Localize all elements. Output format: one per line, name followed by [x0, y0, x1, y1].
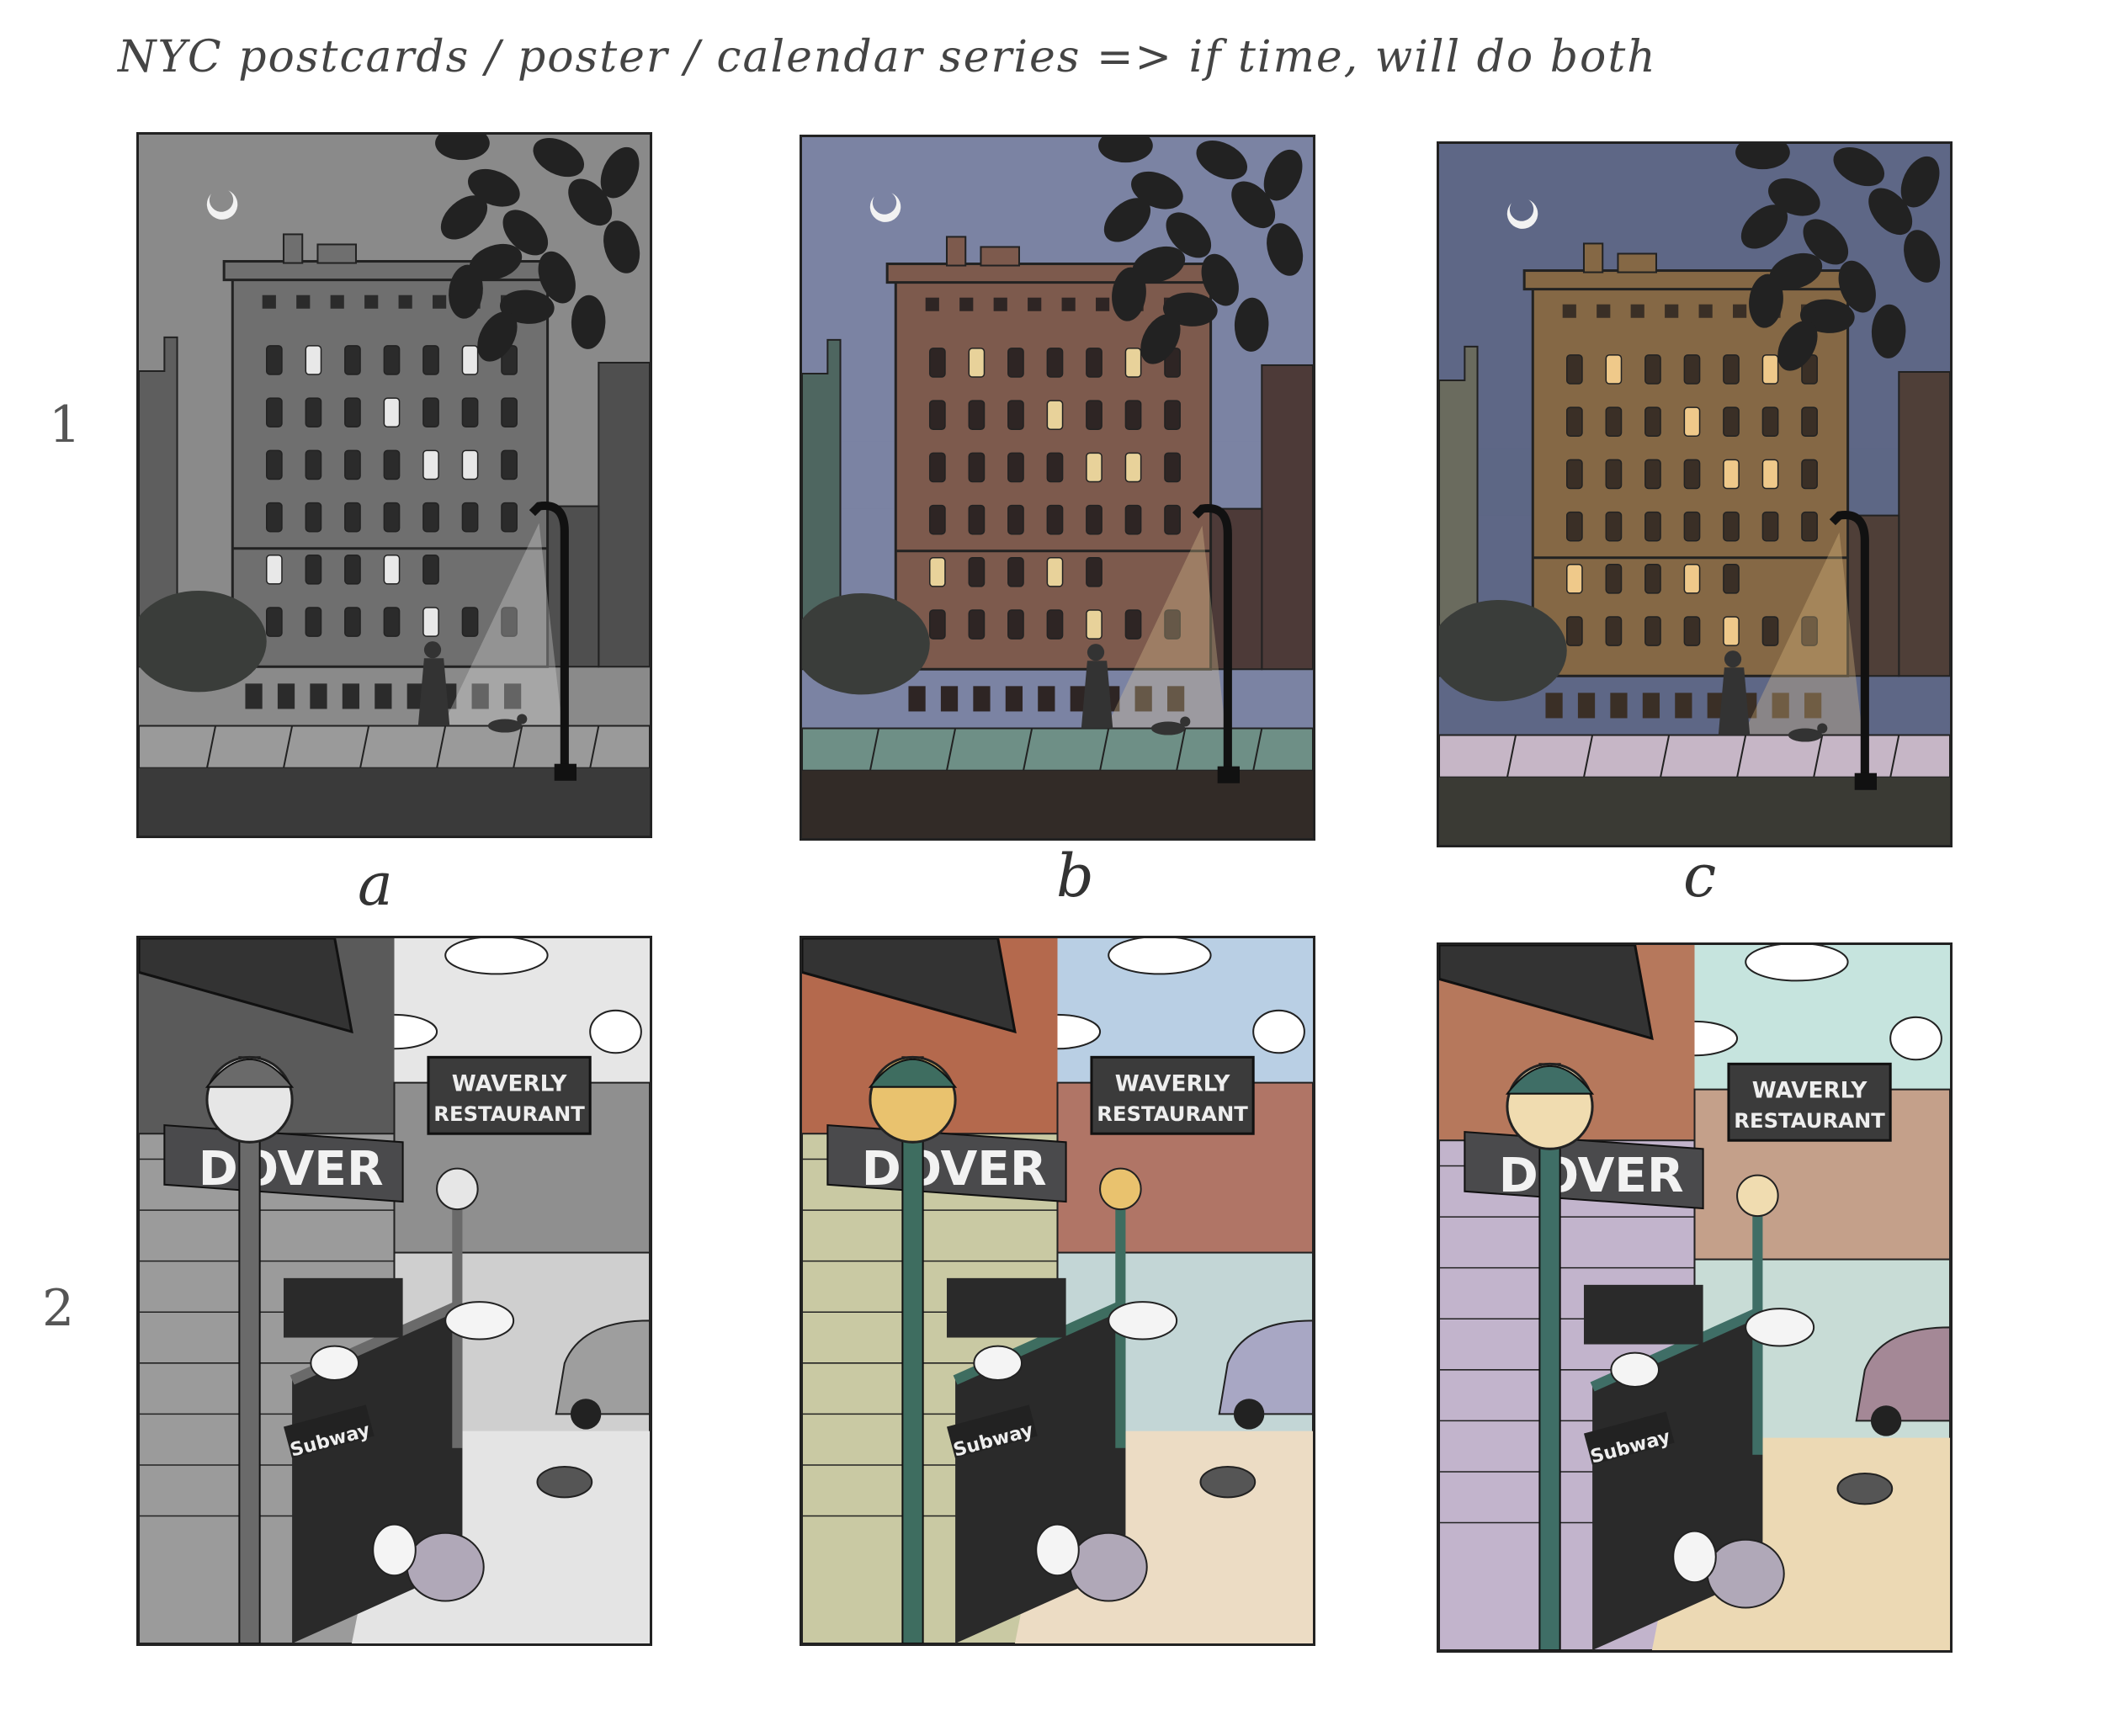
- restaurant-sign-line2: RESTAURANT: [1734, 1108, 1885, 1133]
- waverly-restaurant-sign: WAVERLY RESTAURANT: [427, 1055, 592, 1135]
- restaurant-sign-line1: WAVERLY: [1752, 1079, 1868, 1104]
- street-sign-text: DOVER: [862, 1141, 1047, 1197]
- right-building: [1261, 364, 1313, 671]
- column-label-b: b: [1056, 841, 1094, 910]
- street-sign-text: DOVER: [1499, 1148, 1684, 1203]
- lamp-pole: [901, 1056, 924, 1643]
- right-building: [598, 361, 650, 668]
- row-label-2: 2: [42, 1279, 75, 1338]
- street-sign-text: DOVER: [199, 1141, 384, 1197]
- thumbnail-2c[interactable]: WAVERLY RESTAURANT Subway DOVER: [1437, 942, 1953, 1653]
- waverly-restaurant-sign: WAVERLY RESTAURANT: [1090, 1055, 1255, 1135]
- thumbnail-1c[interactable]: [1437, 141, 1953, 847]
- thumbnail-1b[interactable]: [800, 135, 1315, 841]
- thumbnail-2b[interactable]: WAVERLY RESTAURANT Subway DOVER: [800, 936, 1315, 1646]
- column-label-a: a: [358, 850, 393, 919]
- lamp-pole: [1538, 1063, 1561, 1650]
- sheet-title: NYC postcards / poster / calendar series…: [118, 32, 1657, 82]
- restaurant-sign-line1: WAVERLY: [452, 1072, 568, 1097]
- restaurant-sign-line2: RESTAURANT: [1097, 1102, 1248, 1126]
- right-building: [1898, 370, 1950, 677]
- sidewalk: [1439, 734, 1950, 778]
- row-label-1: 1: [49, 396, 82, 454]
- lamp-pole: [238, 1056, 261, 1643]
- restaurant-sign-line1: WAVERLY: [1115, 1072, 1231, 1097]
- thumbnail-2a[interactable]: WAVERLY RESTAURANT Subway DOVER: [136, 936, 652, 1646]
- sidewalk: [802, 727, 1313, 772]
- waverly-restaurant-sign: WAVERLY RESTAURANT: [1727, 1062, 1892, 1142]
- column-label-c: c: [1683, 841, 1717, 910]
- restaurant-sign-line2: RESTAURANT: [433, 1102, 585, 1126]
- thumbnail-1a[interactable]: [136, 132, 652, 838]
- sidewalk: [139, 725, 650, 769]
